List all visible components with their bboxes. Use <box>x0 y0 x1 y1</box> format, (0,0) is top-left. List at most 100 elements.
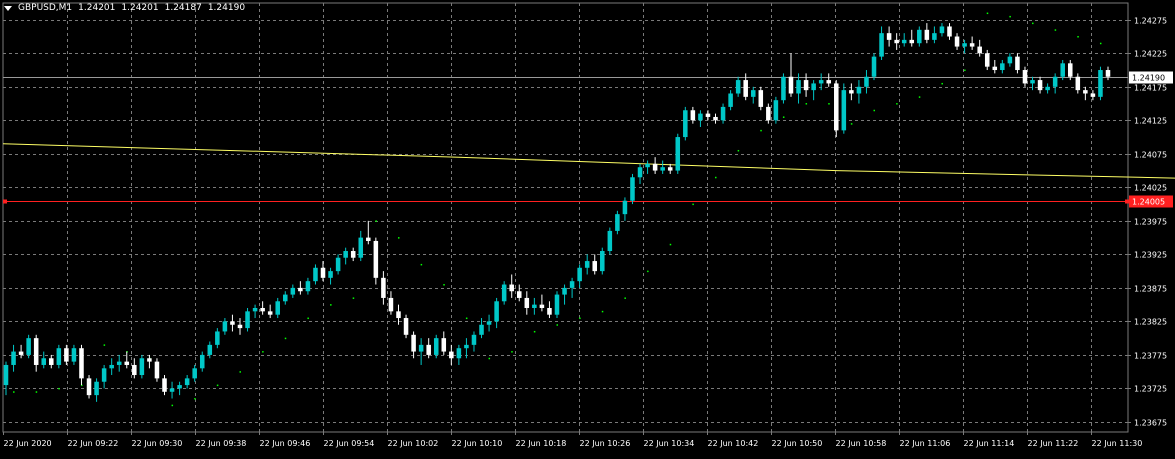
candle-body <box>856 86 862 94</box>
sar-dot <box>805 103 808 105</box>
candle-body <box>992 66 998 71</box>
candle-body <box>381 277 386 298</box>
candle <box>584 254 590 275</box>
y-tick-label: 1.24075 <box>1134 151 1167 160</box>
x-tick-label: 22 Jun 09:38 <box>196 439 247 448</box>
sar-dot <box>760 129 762 132</box>
candle-body <box>350 251 356 258</box>
sar-dot <box>216 384 219 387</box>
candle <box>562 284 567 305</box>
candle-body <box>675 137 681 171</box>
candle <box>788 53 794 97</box>
candle <box>1037 76 1043 94</box>
candle <box>184 375 190 389</box>
candle <box>18 344 24 359</box>
candle-body <box>501 284 507 302</box>
x-tick-label: 22 Jun 10:26 <box>580 439 631 448</box>
candle-body <box>124 361 130 365</box>
candle <box>977 39 982 57</box>
candle-body <box>1045 86 1050 91</box>
candle <box>705 110 711 121</box>
candle <box>464 338 469 359</box>
candle <box>1045 83 1050 94</box>
candle <box>366 220 371 245</box>
candle <box>826 73 831 87</box>
sar-dot <box>307 317 309 320</box>
collapse-triangle-icon[interactable] <box>4 5 12 11</box>
candle-body <box>630 177 635 201</box>
candle-body <box>547 307 552 315</box>
candle <box>154 358 160 382</box>
candle-body <box>290 287 296 295</box>
candle-body <box>260 307 265 312</box>
candle <box>1007 53 1013 67</box>
candle <box>615 210 620 235</box>
candle <box>758 86 764 111</box>
candle <box>932 26 937 44</box>
candle-body <box>154 361 160 379</box>
price-chart[interactable]: 1.24275 1.24225 1.24175 1.24125 1.24075 1.240… <box>0 0 1175 455</box>
candle-body <box>237 324 243 329</box>
sar-dot <box>58 387 60 390</box>
candle <box>841 83 847 134</box>
candle <box>781 73 786 104</box>
candle <box>509 274 514 298</box>
close-value: 1.24190 <box>207 3 246 13</box>
candle <box>554 291 560 319</box>
x-tick-label: 22 Jun 10:34 <box>644 439 695 448</box>
candle-body <box>1030 80 1035 84</box>
candle <box>547 301 552 319</box>
sar-dot <box>352 297 355 299</box>
candle <box>909 29 915 47</box>
candle-body <box>864 76 869 87</box>
candle <box>947 23 952 40</box>
candle <box>924 23 930 44</box>
candle <box>26 334 31 359</box>
candle <box>501 281 507 305</box>
candle <box>901 33 907 47</box>
candle-body <box>796 80 801 94</box>
candle <box>433 334 439 359</box>
candle-body <box>690 110 696 121</box>
candle <box>116 354 122 372</box>
candle <box>33 334 39 372</box>
candle <box>381 271 386 305</box>
x-tick-label: 22 Jun 2020 <box>4 439 52 448</box>
candle <box>222 318 228 335</box>
sar-dot <box>601 310 604 313</box>
candle-body <box>1067 63 1073 77</box>
chart-window[interactable]: 1.24275 1.24225 1.24175 1.24125 1.24075 1.240… <box>0 0 1175 455</box>
candle-body <box>147 358 152 362</box>
y-tick-label: 1.23725 <box>1134 385 1167 394</box>
y-tick-label: 1.24275 <box>1134 17 1167 26</box>
sar-dot <box>194 397 196 400</box>
sar-dot <box>647 270 649 273</box>
candle <box>894 33 899 50</box>
candle <box>132 358 137 379</box>
candle-body <box>456 348 462 359</box>
candle <box>94 378 99 402</box>
candle <box>335 254 341 275</box>
candle <box>1098 66 1103 101</box>
sar-dot <box>488 357 491 360</box>
sar-dot <box>986 12 989 15</box>
candle <box>215 328 220 349</box>
candle <box>162 375 167 396</box>
candle <box>305 277 311 295</box>
candle <box>773 96 779 124</box>
candle-body <box>1105 70 1111 77</box>
candle <box>449 344 454 365</box>
candle <box>358 230 364 262</box>
candle <box>86 375 92 399</box>
candle <box>539 294 545 312</box>
candle <box>984 49 990 71</box>
candle <box>403 314 409 339</box>
candle-body <box>954 36 960 47</box>
y-tick-label: 1.23875 <box>1134 285 1167 294</box>
candle-body <box>486 321 492 325</box>
candle-body <box>516 291 522 298</box>
candle <box>864 70 869 94</box>
candle-body <box>788 76 794 94</box>
sar-dot <box>1099 42 1102 45</box>
sar-dot <box>262 351 264 353</box>
